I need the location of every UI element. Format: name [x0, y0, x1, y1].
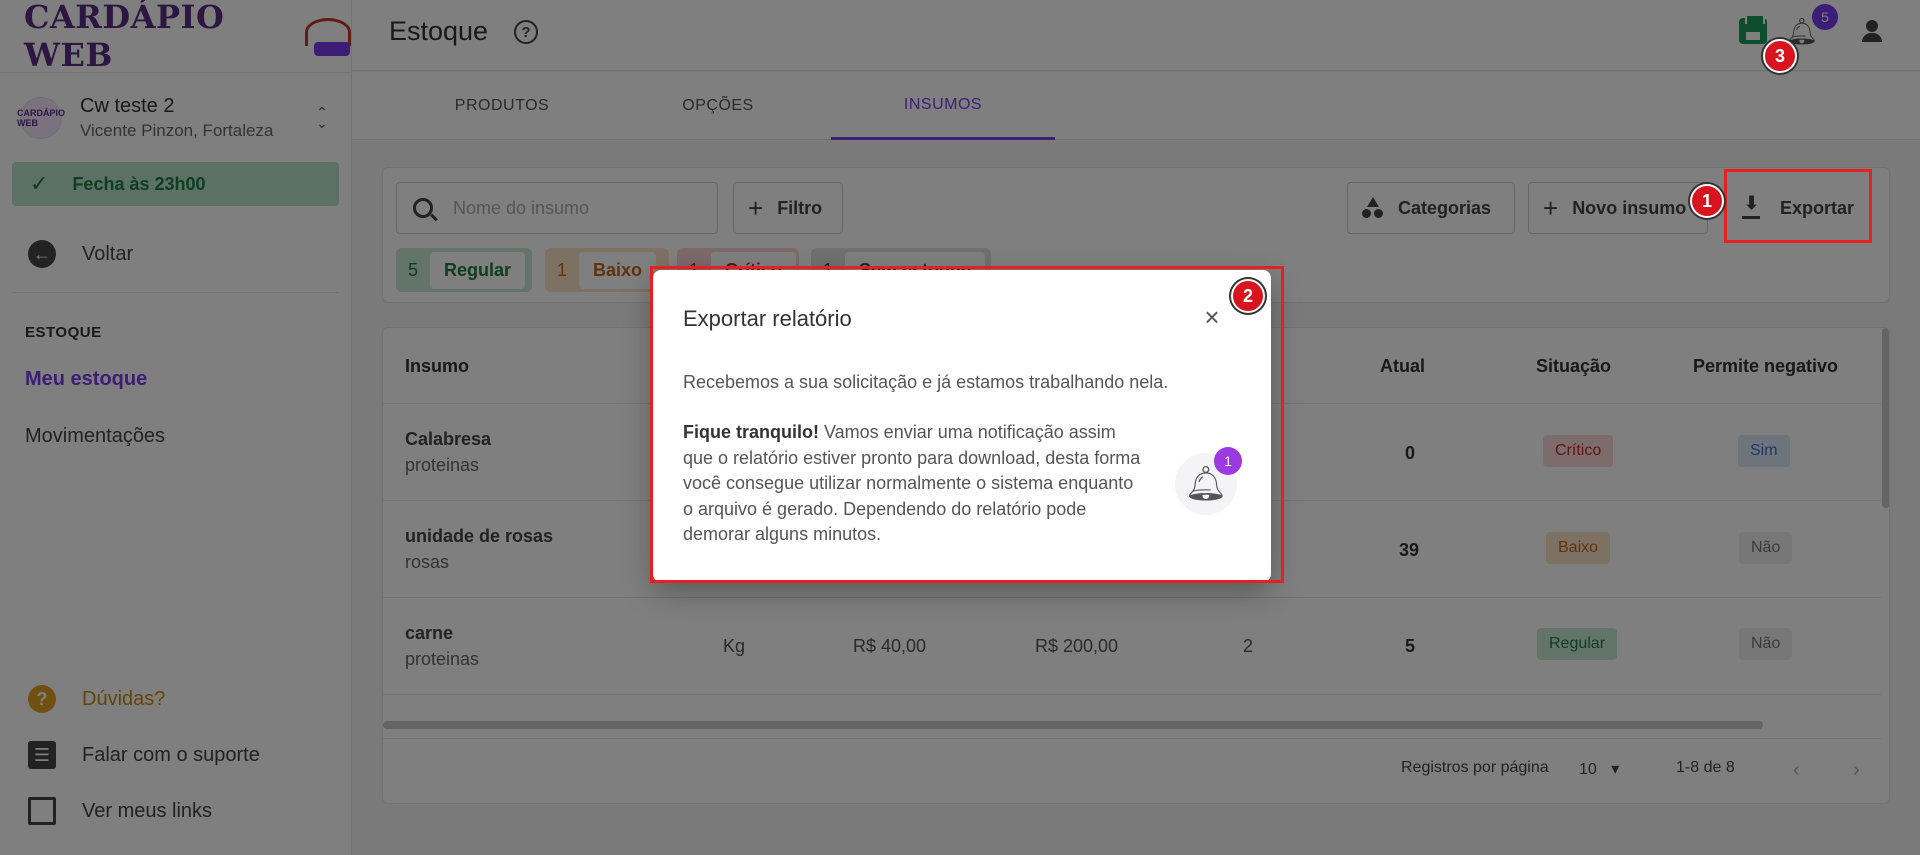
annotation-box-export	[1724, 169, 1872, 243]
annotation-marker-1: 1	[1690, 184, 1724, 218]
annotation-marker-3: 3	[1763, 39, 1797, 73]
annotation-box-dialog	[650, 266, 1284, 583]
annotation-marker-2: 2	[1231, 279, 1265, 313]
